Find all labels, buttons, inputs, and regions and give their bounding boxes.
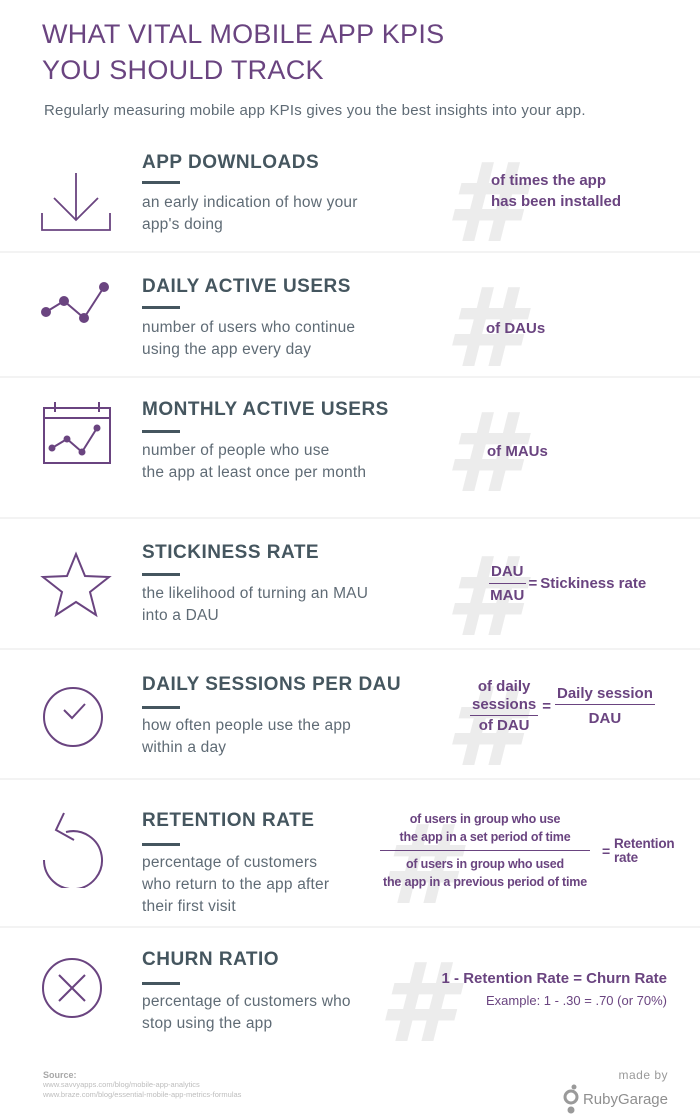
download-icon — [38, 165, 114, 241]
title-underline — [142, 181, 180, 184]
undo-arrow-icon — [38, 812, 114, 891]
title-underline — [142, 706, 180, 709]
title-line-2: YOU SHOULD TRACK — [42, 55, 324, 85]
page-subtitle: Regularly measuring mobile app KPIs give… — [44, 102, 586, 119]
kpi-description: number of people who use the app at leas… — [142, 442, 367, 481]
section-divider — [0, 648, 700, 650]
kpi-description: percentage of customers who return to th… — [142, 854, 330, 915]
title-line-1: WHAT VITAL MOBILE APP KPIS — [42, 19, 445, 49]
section-divider — [0, 926, 700, 928]
fraction: Daily session DAU — [554, 685, 655, 727]
line-chart-icon — [38, 273, 114, 349]
section-divider — [0, 778, 700, 780]
title-underline — [142, 982, 180, 985]
check-circle-icon — [38, 680, 114, 756]
source-link[interactable]: www.savvyapps.com/blog/mobile-app-analyt… — [43, 1080, 241, 1090]
source-link[interactable]: www.braze.com/blog/essential-mobile-app-… — [43, 1090, 241, 1100]
page-title: WHAT VITAL MOBILE APP KPIS YOU SHOULD TR… — [42, 16, 444, 88]
kpi-description: percentage of customers who stop using t… — [142, 993, 351, 1032]
churn-example: Example: 1 - .30 = .70 (or 70%) — [485, 993, 667, 1008]
brand-name: RubyGarage — [582, 1090, 668, 1108]
made-by: made by RubyGarage — [563, 1068, 668, 1114]
sources: Source: www.savvyapps.com/blog/mobile-ap… — [43, 1070, 241, 1100]
title-underline — [142, 306, 180, 309]
kpi-metric: of MAUs — [487, 443, 548, 460]
source-label: Source: — [43, 1070, 77, 1080]
section-divider — [0, 376, 700, 378]
kpi-description: how often people use the app within a da… — [142, 717, 351, 756]
kpi-title: MONTHLY ACTIVE USERS — [142, 399, 389, 420]
fraction: of users in group who use the app in a se… — [370, 810, 600, 891]
sessions-formula: of daily sessions of DAU = Daily session … — [470, 678, 655, 734]
kpi-metric: of DAUs — [486, 320, 546, 337]
kpi-title: RETENTION RATE — [142, 810, 315, 831]
kpi-title: CHURN RATIO — [142, 949, 280, 970]
rubygarage-logo-icon — [563, 1084, 579, 1114]
kpi-title: DAILY SESSIONS PER DAU — [142, 674, 402, 695]
section-divider — [0, 251, 700, 253]
made-by-label: made by — [618, 1068, 668, 1082]
title-underline — [142, 573, 180, 576]
title-underline — [142, 430, 180, 433]
stickiness-formula: DAU MAU = Stickiness rate — [489, 563, 647, 604]
kpi-description: the likelihood of turning an MAU into a … — [142, 585, 369, 624]
kpi-description: number of users who continue using the a… — [142, 319, 356, 358]
brand-logo[interactable]: RubyGarage — [563, 1084, 668, 1114]
kpi-title: DAILY ACTIVE USERS — [142, 276, 351, 297]
fraction: of daily sessions of DAU — [470, 678, 539, 734]
title-underline — [142, 843, 180, 846]
star-icon — [38, 548, 114, 624]
section-divider — [0, 517, 700, 519]
kpi-metric: of times the app has been installed — [491, 172, 622, 210]
kpi-title: STICKINESS RATE — [142, 542, 320, 563]
calendar-chart-icon — [38, 398, 114, 474]
kpi-description: an early indication of how your app's do… — [142, 194, 358, 233]
churn-formula: 1 - Retention Rate = Churn Rate Example:… — [442, 968, 667, 1011]
retention-formula: of users in group who use the app in a se… — [370, 810, 675, 891]
kpi-title: APP DOWNLOADS — [142, 152, 320, 173]
fraction: DAU MAU — [489, 563, 526, 604]
x-circle-icon — [38, 952, 114, 1028]
